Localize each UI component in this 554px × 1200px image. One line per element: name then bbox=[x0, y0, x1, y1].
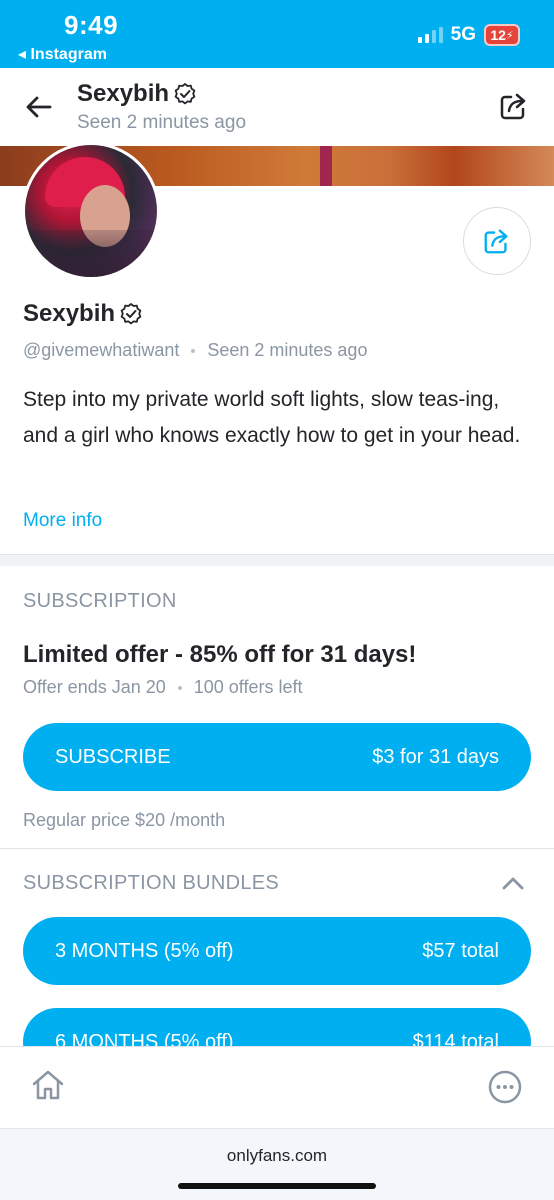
profile-seen-status: Seen 2 minutes ago bbox=[207, 340, 368, 360]
signal-icon bbox=[417, 27, 443, 43]
back-to-instagram-link[interactable]: ◂ Instagram bbox=[18, 44, 107, 64]
browser-url-bar[interactable]: onlyfans.com bbox=[0, 1128, 554, 1200]
battery-level: 12 bbox=[490, 27, 506, 43]
verified-badge-icon bbox=[174, 83, 196, 105]
bottom-nav bbox=[0, 1046, 554, 1128]
profile-bio: Step into my private world soft lights, … bbox=[23, 388, 521, 447]
url-text: onlyfans.com bbox=[226, 1146, 328, 1165]
back-arrow-icon[interactable] bbox=[22, 90, 56, 124]
share-profile-button[interactable] bbox=[463, 207, 531, 275]
avatar[interactable] bbox=[22, 142, 160, 280]
subscription-section-title: SUBSCRIPTION bbox=[23, 590, 177, 612]
subscribe-label: SUBSCRIBE bbox=[55, 745, 171, 768]
status-time: 9:49 bbox=[64, 10, 119, 40]
profile-name: Sexybih bbox=[23, 300, 116, 327]
profile-handle: @givemewhatiwant bbox=[23, 340, 180, 360]
subscribe-price: $3 for 31 days bbox=[372, 745, 499, 768]
chevron-up-icon[interactable] bbox=[500, 872, 526, 894]
home-indicator bbox=[178, 1183, 376, 1189]
offers-left: 100 offers left bbox=[193, 677, 303, 697]
offer-meta: Offer ends Jan 20 100 offers left bbox=[23, 677, 303, 698]
offer-ends: Offer ends Jan 20 bbox=[23, 677, 166, 697]
network-label: 5G bbox=[450, 24, 476, 45]
subscribe-button[interactable]: SUBSCRIBE $3 for 31 days bbox=[23, 723, 531, 791]
status-bar: 9:49 ◂ Instagram 5G 12 ⚡ bbox=[0, 0, 554, 68]
bundle-3-months-button[interactable]: 3 MONTHS (5% off) $57 total bbox=[23, 917, 531, 985]
share-icon bbox=[484, 229, 508, 254]
separator-dot bbox=[177, 685, 182, 690]
header-name-row: Sexybih bbox=[77, 80, 197, 108]
offer-title: Limited offer - 85% off for 31 days! bbox=[23, 641, 417, 668]
header-name: Sexybih bbox=[77, 80, 170, 107]
verified-badge-icon bbox=[120, 303, 142, 325]
status-indicators: 5G 12 ⚡ bbox=[417, 24, 520, 46]
bundle-price: $57 total bbox=[422, 939, 499, 962]
home-icon[interactable] bbox=[30, 1067, 66, 1103]
section-divider bbox=[0, 848, 554, 849]
profile-meta: @givemewhatiwant Seen 2 minutes ago bbox=[23, 340, 367, 361]
more-info-link[interactable]: More info bbox=[23, 510, 102, 532]
bundles-section-title: SUBSCRIPTION BUNDLES bbox=[23, 872, 280, 894]
battery-icon: 12 ⚡ bbox=[484, 24, 520, 46]
section-divider bbox=[0, 554, 554, 566]
regular-price: Regular price $20 /month bbox=[23, 810, 226, 830]
separator-dot bbox=[191, 348, 196, 353]
share-icon[interactable] bbox=[498, 90, 530, 122]
header-seen-status: Seen 2 minutes ago bbox=[77, 112, 247, 133]
bundle-label: 3 MONTHS (5% off) bbox=[55, 939, 234, 962]
profile-name-row: Sexybih bbox=[23, 300, 143, 328]
more-options-icon[interactable] bbox=[487, 1069, 523, 1105]
profile-header: Sexybih Seen 2 minutes ago bbox=[0, 68, 554, 146]
